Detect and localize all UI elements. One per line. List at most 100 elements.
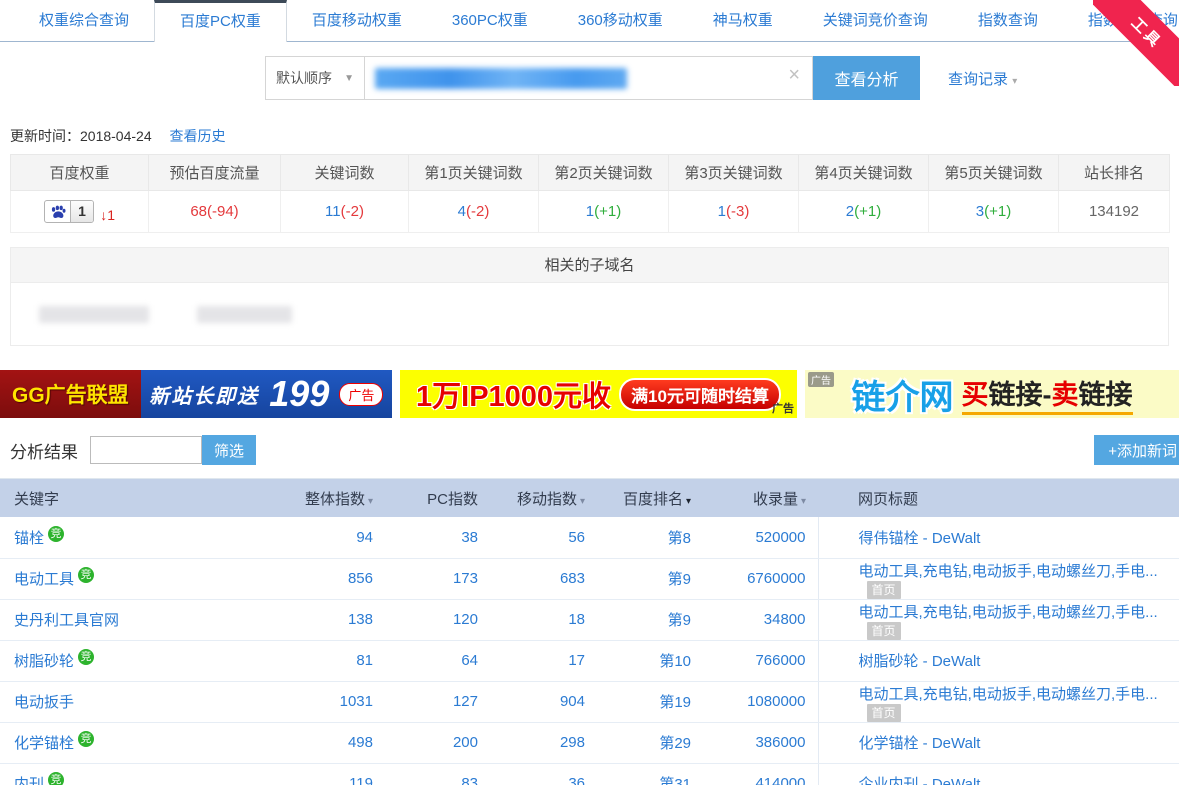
tab-360-mobile-weight[interactable]: 360移动权重 bbox=[553, 0, 688, 41]
keyword-link[interactable]: 电动工具 bbox=[14, 571, 74, 588]
tab-shenma-weight[interactable]: 神马权重 bbox=[688, 0, 798, 41]
pc-index-value: 83 bbox=[385, 763, 490, 785]
analyze-button[interactable]: 查看分析 bbox=[813, 56, 920, 100]
baidu-rank-value: 第10 bbox=[597, 640, 703, 681]
top-tabbar: 权重综合查询 百度PC权重 百度移动权重 360PC权重 360移动权重 神马权… bbox=[0, 0, 1179, 42]
keyword-link[interactable]: 电动扳手 bbox=[14, 694, 74, 711]
ad-banner-strip: GG广告联盟 新站长即送 199 广告 1万IP1000元收 满10元可随时结算… bbox=[0, 370, 1179, 418]
tab-keyword-bid-query[interactable]: 关键词竞价查询 bbox=[798, 0, 953, 41]
sort-order-label: 默认顺序 bbox=[276, 68, 332, 88]
sort-caret-icon[interactable]: ▾ bbox=[368, 496, 373, 507]
bid-badge-icon: 竞 bbox=[78, 649, 94, 665]
page3-change: (-3) bbox=[726, 203, 749, 220]
ad-label-badge: 广告 bbox=[772, 400, 794, 416]
collected-value: 6760000 bbox=[703, 558, 818, 599]
keyword-link[interactable]: 锚栓 bbox=[14, 530, 44, 547]
tab-index-query[interactable]: 指数查询 bbox=[953, 0, 1063, 41]
col-header-pc-index[interactable]: PC指数 bbox=[385, 479, 490, 517]
sort-order-dropdown[interactable]: 默认顺序 ▼ bbox=[265, 56, 365, 100]
plus-icon: + bbox=[1108, 443, 1117, 460]
baidu-weight-cell: 1 ↓1 bbox=[11, 191, 149, 233]
keyword-link[interactable]: 化学锚栓 bbox=[14, 735, 74, 752]
query-records-link[interactable]: 查询记录 ▾ bbox=[948, 68, 1017, 89]
summary-header: 站长排名 bbox=[1059, 155, 1170, 191]
gg-ad-union-banner[interactable]: GG广告联盟 新站长即送 199 广告 bbox=[0, 370, 392, 418]
tab-baidu-mobile-weight[interactable]: 百度移动权重 bbox=[287, 0, 427, 41]
page2-value: 1 bbox=[586, 203, 594, 220]
collected-value: 34800 bbox=[703, 599, 818, 640]
summary-row: 1 ↓1 68(-94) 11(-2) 4(-2) 1(+1) 1(-3) 2(… bbox=[11, 191, 1170, 233]
summary-header: 第5页关键词数 bbox=[929, 155, 1059, 191]
page-title-link[interactable]: 化学锚栓 - DeWalt bbox=[859, 735, 981, 752]
mobile-index-value: 36 bbox=[490, 763, 597, 785]
overall-index-value: 81 bbox=[300, 640, 385, 681]
page-title-link[interactable]: 树脂砂轮 - DeWalt bbox=[859, 653, 981, 670]
keyword-count-change: (-2) bbox=[341, 203, 364, 220]
mobile-index-value: 17 bbox=[490, 640, 597, 681]
domain-search-input[interactable]: × bbox=[365, 56, 813, 100]
homepage-badge: 首页 bbox=[867, 581, 901, 599]
overall-index-value: 119 bbox=[300, 763, 385, 785]
summary-header: 关键词数 bbox=[281, 155, 409, 191]
traffic-change: (-94) bbox=[207, 203, 239, 220]
keyword-link[interactable]: 史丹利工具官网 bbox=[14, 612, 119, 629]
link-trading-ad-banner[interactable]: 广告 链介网 买链接-卖链接 bbox=[805, 370, 1179, 418]
mobile-index-value: 904 bbox=[490, 681, 597, 722]
clear-input-icon[interactable]: × bbox=[788, 65, 800, 85]
analysis-filter-bar: 分析结果 筛选 +添加新词 bbox=[10, 434, 1169, 466]
keyword-row: 史丹利工具官网竞 138 120 18 第9 34800 电动工具,充电钻,电动… bbox=[0, 599, 1179, 640]
overall-index-value: 1031 bbox=[300, 681, 385, 722]
page-title-link[interactable]: 电动工具,充电钻,电动扳手,电动螺丝刀,手电... bbox=[859, 604, 1158, 621]
filter-keyword-input[interactable] bbox=[90, 436, 202, 464]
page-title-link[interactable]: 电动工具,充电钻,电动扳手,电动螺丝刀,手电... bbox=[859, 563, 1158, 580]
gg-ad-text: 新站长即送 bbox=[149, 380, 259, 409]
collected-value: 386000 bbox=[703, 722, 818, 763]
update-time-label: 更新时间：2018-04-24 bbox=[10, 128, 152, 144]
bid-badge-icon: 竞 bbox=[78, 567, 94, 583]
baidu-rank-value: 第19 bbox=[597, 681, 703, 722]
keyword-row: 电动工具竞 856 173 683 第9 6760000 电动工具,充电钻,电动… bbox=[0, 558, 1179, 599]
keyword-count-cell: 11(-2) bbox=[281, 191, 409, 233]
keyword-link[interactable]: 内刊 bbox=[14, 776, 44, 785]
view-history-link[interactable]: 查看历史 bbox=[170, 128, 226, 144]
page-title-link[interactable]: 得伟锚栓 - DeWalt bbox=[859, 530, 981, 547]
add-keyword-button[interactable]: +添加新词 bbox=[1094, 435, 1179, 465]
tab-baidu-pc-weight[interactable]: 百度PC权重 bbox=[154, 0, 287, 42]
link-site-brand: 链介网 bbox=[852, 370, 954, 418]
ip-traffic-ad-banner[interactable]: 1万IP1000元收 满10元可随时结算 广告 bbox=[400, 370, 797, 418]
filter-button[interactable]: 筛选 bbox=[202, 435, 256, 465]
page4-keywords-cell: 2(+1) bbox=[799, 191, 929, 233]
mobile-index-value: 56 bbox=[490, 517, 597, 558]
page3-keywords-cell: 1(-3) bbox=[669, 191, 799, 233]
baidu-rank-value: 第29 bbox=[597, 722, 703, 763]
summary-header: 第4页关键词数 bbox=[799, 155, 929, 191]
baidu-rank-value: 第9 bbox=[597, 558, 703, 599]
sort-caret-icon[interactable]: ▾ bbox=[686, 496, 691, 507]
tab-360-pc-weight[interactable]: 360PC权重 bbox=[427, 0, 553, 41]
bid-badge-icon: 竞 bbox=[78, 731, 94, 747]
page-title-link[interactable]: 企业内刊 - DeWalt bbox=[859, 776, 981, 785]
bid-badge-icon: 竞 bbox=[48, 772, 64, 785]
related-subdomains-panel: 相关的子域名 bbox=[10, 247, 1169, 346]
update-time-bar: 更新时间：2018-04-24 查看历史 bbox=[10, 126, 1179, 146]
col-header-collected[interactable]: 收录量▾ bbox=[703, 479, 818, 517]
subdomains-title: 相关的子域名 bbox=[11, 247, 1168, 283]
keyword-link[interactable]: 树脂砂轮 bbox=[14, 653, 74, 670]
redacted-domain-text bbox=[375, 68, 627, 89]
col-header-mobile-index[interactable]: 移动指数▾ bbox=[490, 479, 597, 517]
overall-index-value: 498 bbox=[300, 722, 385, 763]
sort-caret-icon[interactable]: ▾ bbox=[801, 496, 806, 507]
page-title-link[interactable]: 电动工具,充电钻,电动扳手,电动螺丝刀,手电... bbox=[859, 686, 1158, 703]
sort-caret-icon[interactable]: ▾ bbox=[580, 496, 585, 507]
subdomains-list bbox=[11, 283, 1168, 345]
col-header-baidu-rank[interactable]: 百度排名▾ bbox=[597, 479, 703, 517]
col-header-overall-index[interactable]: 整体指数▾ bbox=[300, 479, 385, 517]
pc-index-value: 120 bbox=[385, 599, 490, 640]
ad-label-badge: 广告 bbox=[339, 383, 383, 406]
buy-label: 买 bbox=[962, 380, 989, 410]
tab-weight-combined[interactable]: 权重综合查询 bbox=[14, 0, 154, 41]
keyword-analysis-table: 关键字 整体指数▾ PC指数 移动指数▾ 百度排名▾ 收录量▾ 网页标题 锚栓竞… bbox=[0, 479, 1179, 785]
summary-header: 预估百度流量 bbox=[149, 155, 281, 191]
summary-header: 百度权重 bbox=[11, 155, 149, 191]
link-label: 链接- bbox=[989, 380, 1052, 410]
